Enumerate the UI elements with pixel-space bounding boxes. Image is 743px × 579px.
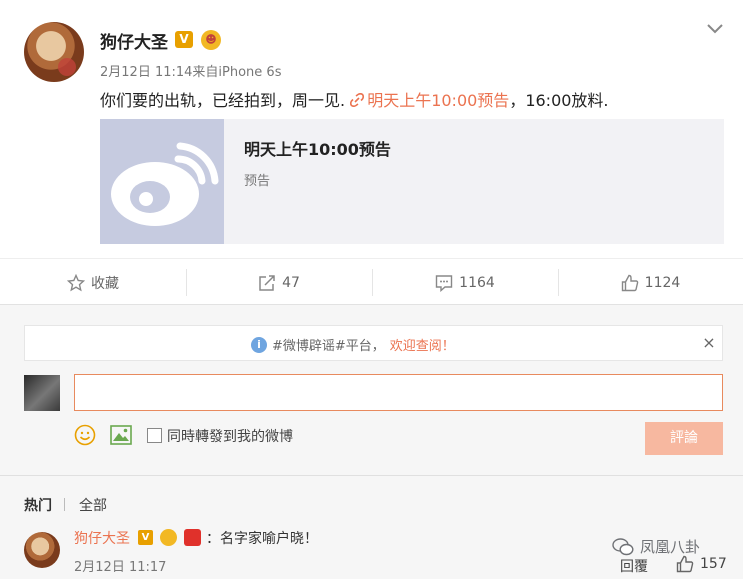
repost-button[interactable]: 47 bbox=[186, 259, 372, 306]
repost-checkbox-label[interactable]: 同時轉發到我的微博 bbox=[167, 426, 293, 446]
post-actions-bar: 收藏 47 1164 1124 bbox=[0, 258, 743, 305]
notice-text[interactable]: #微博辟谣#平台， bbox=[272, 335, 385, 354]
post-text: 你们要的出轨，已经拍到，周一见. 明天上午10:00预告，16:00放料. bbox=[100, 87, 609, 111]
notice-link[interactable]: 欢迎查阅！ bbox=[390, 335, 455, 354]
current-user-avatar bbox=[24, 375, 60, 411]
submit-comment-button[interactable]: 評論 bbox=[645, 422, 723, 455]
weibo-logo-icon bbox=[111, 142, 219, 226]
level-badge-icon bbox=[160, 529, 177, 546]
emoji-icon[interactable] bbox=[74, 424, 96, 446]
comment-input[interactable] bbox=[74, 374, 723, 411]
post-link-text: 明天上午10:00预告 bbox=[367, 91, 510, 110]
watermark-text: 凤凰八卦 bbox=[640, 538, 701, 556]
comment-like-count: 157 bbox=[700, 556, 727, 572]
thumbs-up-icon[interactable] bbox=[676, 555, 694, 573]
thumbs-up-icon bbox=[621, 274, 638, 291]
wechat-logo-icon bbox=[612, 537, 634, 555]
comment-count: 1164 bbox=[459, 274, 495, 291]
comment-icon bbox=[435, 274, 453, 292]
star-icon bbox=[67, 273, 85, 291]
comment-button[interactable]: 1164 bbox=[372, 259, 558, 306]
verified-badge-icon: V bbox=[138, 530, 153, 545]
chevron-down-icon[interactable] bbox=[705, 18, 725, 38]
repost-checkbox[interactable] bbox=[147, 428, 162, 443]
verified-badge-icon: V bbox=[175, 31, 193, 48]
card-title: 明天上午10:00预告 bbox=[244, 140, 391, 159]
commenter-name[interactable]: 狗仔大圣 bbox=[74, 528, 130, 548]
post-meta: 2月12日 11:14来自iPhone 6s bbox=[100, 65, 282, 80]
image-icon[interactable] bbox=[110, 425, 132, 445]
like-count: 1124 bbox=[644, 274, 681, 291]
info-icon: i bbox=[251, 336, 267, 353]
separator bbox=[64, 498, 65, 511]
watermark: 凤凰八卦 bbox=[612, 536, 700, 557]
post-text-before: 你们要的出轨，已经拍到，周一见. bbox=[100, 91, 351, 110]
repost-count: 47 bbox=[282, 274, 300, 291]
sort-hot-tab[interactable]: 热门 bbox=[24, 495, 52, 515]
comments-section: i #微博辟谣#平台， 欢迎查阅！ × 同時轉發到我的微博 評論 热门 全部 狗仔… bbox=[0, 305, 743, 579]
reply-button[interactable]: 回覆 bbox=[620, 556, 648, 576]
author-name[interactable]: 狗仔大圣 bbox=[100, 28, 168, 53]
like-button[interactable]: 1124 bbox=[558, 259, 743, 306]
favorite-button[interactable]: 收藏 bbox=[0, 259, 186, 306]
favorite-label: 收藏 bbox=[91, 275, 119, 292]
weibo-logo-thumbnail bbox=[100, 119, 224, 244]
comment-time: 2月12日 11:17 bbox=[74, 560, 167, 575]
divider bbox=[0, 475, 743, 476]
weibo-post: 狗仔大圣 V ☻ 2月12日 11:14来自iPhone 6s 你们要的出轨，已… bbox=[0, 0, 743, 258]
vip-badge-icon bbox=[184, 529, 201, 546]
level-badge-icon: ☻ bbox=[201, 30, 221, 50]
commenter-avatar[interactable] bbox=[24, 532, 60, 568]
comment-text: ：名字家喻户晓！ bbox=[206, 531, 318, 547]
notice-content: i #微博辟谣#平台， 欢迎查阅！ bbox=[251, 335, 455, 354]
close-icon[interactable]: × bbox=[701, 333, 717, 353]
author-avatar[interactable] bbox=[24, 22, 84, 82]
link-icon bbox=[350, 92, 365, 108]
post-text-after: ，16:00放料. bbox=[509, 91, 609, 110]
share-icon bbox=[259, 274, 275, 291]
card-subtitle: 预告 bbox=[244, 174, 271, 189]
sort-all-tab[interactable]: 全部 bbox=[79, 495, 107, 515]
link-card[interactable]: 明天上午10:00预告 预告 bbox=[100, 119, 724, 244]
rumor-notice-banner: i #微博辟谣#平台， 欢迎查阅！ × bbox=[24, 325, 723, 361]
post-link[interactable]: 明天上午10:00预告 bbox=[350, 91, 509, 110]
